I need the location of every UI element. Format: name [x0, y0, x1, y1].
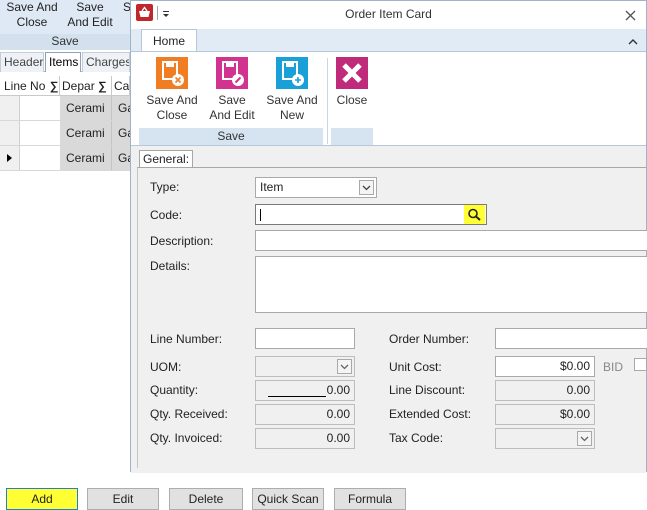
- grid-cell-department: Cerami: [60, 121, 112, 145]
- type-value: Item: [260, 180, 284, 194]
- line-number-label: Line Number:: [150, 332, 223, 346]
- line-discount-input[interactable]: 0.00: [495, 380, 595, 401]
- tax-code-select[interactable]: [495, 428, 595, 449]
- extended-cost-input[interactable]: $0.00: [495, 404, 595, 425]
- line-number-input[interactable]: [255, 328, 355, 349]
- line-discount-label: Line Discount:: [389, 383, 466, 397]
- save-and-new-button[interactable]: Save And New: [261, 57, 323, 123]
- save-and-new-label: Save And New: [266, 93, 318, 122]
- ribbon-separator: [327, 58, 328, 144]
- background-ribbon: Save And Close Save And Edit S Save: [0, 0, 131, 50]
- type-label: Type:: [150, 180, 180, 194]
- tab-header[interactable]: Header: [0, 52, 44, 72]
- bg-save-group-label: Save: [0, 34, 130, 50]
- close-label: Close: [336, 93, 368, 107]
- grid-cell-department: Cerami: [60, 96, 112, 120]
- details-label: Details:: [150, 259, 191, 273]
- uom-label: UOM:: [150, 360, 182, 374]
- collapse-ribbon-icon[interactable]: [628, 35, 638, 45]
- tab-home[interactable]: Home: [141, 29, 197, 51]
- order-item-card-dialog: Order Item Card Home Save And Close Save…: [130, 0, 647, 473]
- tab-charges[interactable]: Charges: [82, 52, 130, 72]
- items-grid: Line No ∑ Depar ∑ Ca Cerami Ga Cerami Ga…: [0, 76, 130, 176]
- save-and-close-label: Save And Close: [146, 93, 198, 122]
- table-row[interactable]: Cerami Ga: [0, 121, 130, 146]
- grid-header-category[interactable]: Ca: [112, 76, 130, 96]
- qty-invoiced-label: Qty. Invoiced:: [150, 431, 223, 445]
- dialog-body: General: Type: Item Code: Description: D…: [131, 146, 647, 473]
- extended-cost-label: Extended Cost:: [389, 407, 472, 421]
- close-icon: [336, 57, 368, 89]
- bid-checkbox[interactable]: [634, 358, 647, 371]
- description-input[interactable]: [255, 230, 647, 251]
- tab-general[interactable]: General:: [139, 150, 193, 168]
- code-input[interactable]: [255, 204, 487, 225]
- save-and-edit-label: Save And Edit: [209, 93, 255, 122]
- edit-button[interactable]: Edit: [87, 488, 159, 510]
- search-icon[interactable]: [464, 205, 485, 224]
- table-row[interactable]: Cerami Ga: [0, 146, 130, 171]
- chevron-down-icon[interactable]: [337, 359, 352, 374]
- details-textarea[interactable]: [255, 256, 647, 313]
- row-selector[interactable]: [0, 121, 20, 145]
- general-panel: Type: Item Code: Description: Details: L…: [137, 167, 647, 468]
- quantity-underline: [267, 385, 326, 397]
- close-group-label: [331, 128, 373, 145]
- tax-code-label: Tax Code:: [389, 431, 444, 445]
- order-number-input[interactable]: [495, 328, 647, 349]
- bg-save-and-close-button[interactable]: Save And Close: [2, 0, 62, 30]
- background-tabs: Header Items Charges: [0, 52, 130, 72]
- text-cursor: [260, 208, 261, 221]
- grid-cell-category: Ga: [112, 121, 130, 145]
- chevron-down-icon[interactable]: [577, 431, 592, 446]
- grid-cell-category: Ga: [112, 96, 130, 120]
- row-selector[interactable]: [0, 146, 20, 170]
- dialog-title: Order Item Card: [345, 7, 432, 21]
- quantity-input[interactable]: 0.00: [255, 380, 355, 401]
- chevron-down-icon[interactable]: [359, 180, 374, 195]
- qty-received-input[interactable]: 0.00: [255, 404, 355, 425]
- save-group-label: Save: [139, 128, 323, 145]
- qty-received-label: Qty. Received:: [150, 407, 228, 421]
- grid-cell-category: Ga: [112, 146, 130, 170]
- bg-save-and-edit-button[interactable]: Save And Edit: [62, 0, 118, 30]
- qty-invoiced-input[interactable]: 0.00: [255, 428, 355, 449]
- ribbon-tabs: Home: [131, 29, 646, 51]
- uom-select[interactable]: [255, 356, 355, 377]
- save-and-close-button[interactable]: Save And Close: [141, 57, 203, 123]
- sum-icon: ∑: [49, 79, 59, 93]
- table-row[interactable]: Cerami Ga: [0, 96, 130, 121]
- title-bar: Order Item Card: [131, 1, 646, 29]
- row-selector[interactable]: [0, 96, 20, 120]
- save-close-icon: [156, 57, 188, 89]
- tab-items[interactable]: Items: [45, 52, 81, 72]
- grid-cell-department: Cerami: [60, 146, 112, 170]
- order-number-label: Order Number:: [389, 332, 470, 346]
- quick-scan-button[interactable]: Quick Scan: [252, 488, 324, 510]
- save-new-icon: [276, 57, 308, 89]
- ribbon: Save And Close Save And Edit Save And Ne…: [131, 51, 646, 146]
- delete-button[interactable]: Delete: [169, 488, 243, 510]
- description-label: Description:: [150, 234, 214, 248]
- close-button[interactable]: Close: [331, 57, 373, 108]
- quantity-value: 0.00: [326, 383, 350, 397]
- grid-header-department[interactable]: Depar ∑: [60, 76, 112, 96]
- close-window-icon[interactable]: [625, 10, 636, 21]
- save-and-edit-button[interactable]: Save And Edit: [203, 57, 261, 123]
- grid-header-line-no[interactable]: Line No ∑: [0, 76, 60, 96]
- formula-button[interactable]: Formula: [334, 488, 406, 510]
- sum-icon: ∑: [98, 79, 107, 93]
- code-label: Code:: [150, 208, 183, 222]
- unit-cost-label: Unit Cost:: [389, 360, 442, 374]
- unit-cost-input[interactable]: $0.00: [495, 356, 595, 377]
- current-row-icon: [7, 154, 12, 162]
- save-edit-icon: [216, 57, 248, 89]
- quantity-label: Quantity:: [150, 383, 199, 397]
- bid-label: BID: [603, 360, 624, 374]
- add-button[interactable]: Add: [6, 488, 78, 510]
- type-select[interactable]: Item: [255, 177, 377, 198]
